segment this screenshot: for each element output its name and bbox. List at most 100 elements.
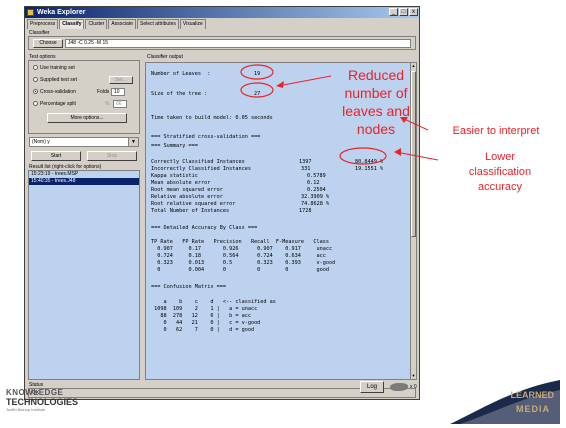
summary-value: 331 [301, 166, 311, 172]
stratified-header: === Stratified cross-validation === [151, 134, 261, 140]
weka-bird-icon [390, 383, 408, 391]
summary-label: Root relative squared error [151, 201, 236, 207]
cross-validation-radio[interactable]: Cross-validation [33, 89, 76, 95]
lower-annotation-line: accuracy [477, 181, 523, 193]
summary-label: Incorrectly Classified Instances [151, 166, 251, 172]
reduced-annotation-line: number of [344, 85, 408, 101]
radio-icon [33, 101, 38, 107]
reduced-annotation-line: nodes [356, 121, 396, 137]
more-options-button[interactable]: More options... [47, 113, 127, 123]
reduced-annotation-line: leaves and [342, 103, 410, 119]
supplied-test-set-label: Supplied test set [40, 77, 77, 83]
set-button[interactable]: Set... [109, 76, 133, 84]
chevron-down-icon: ▼ [128, 138, 138, 146]
media-text-line: LEARNED [510, 390, 554, 400]
weka-app-icon [27, 9, 34, 16]
tab-cluster[interactable]: Cluster [85, 19, 108, 29]
percentage-split-radio[interactable]: Percentage split [33, 101, 76, 107]
tab-associate[interactable]: Associate [108, 19, 137, 29]
confusion-matrix-header: === Confusion Matrix === [151, 284, 226, 290]
knowledge-technologies-logo: KNOWLEDGE TECHNOLOGIES Judith Bishop Ins… [6, 388, 78, 412]
close-button[interactable]: x [409, 8, 418, 16]
summary-label: Mean absolute error [151, 180, 211, 186]
class-attribute-select[interactable]: (Nom) y ▼ [29, 137, 139, 147]
learned-media-logo: LEARNED MEDIA [450, 380, 560, 424]
summary-row: Kappa statistic 0.5789 [151, 173, 326, 179]
summary-label: Relative absolute error [151, 194, 223, 200]
confusion-row: 1098 109 2 1 | a = unacc [151, 306, 258, 312]
status-bar: OK [28, 388, 416, 398]
classifier-config-field[interactable]: J48 -C 0.25 -M 15 [65, 39, 411, 48]
tab-bar: Preprocess Classify Cluster Associate Se… [27, 19, 207, 29]
logo-small-text: Judith Bishop Institute [6, 407, 46, 412]
lower-annotation-line: Lower [485, 151, 515, 163]
tab-visualize[interactable]: Visualize [179, 19, 206, 29]
confusion-row: 0 44 21 0 | c = v-good [151, 320, 261, 326]
tab-preprocess[interactable]: Preprocess [27, 19, 59, 29]
easier-annotation: Easier to interpret [452, 125, 540, 137]
summary-row: Root relative squared error 74.8628 % [151, 201, 329, 207]
summary-label: Root mean squared error [151, 187, 223, 193]
detailed-accuracy-header: === Detailed Accuracy By Class === [151, 225, 258, 231]
reduced-annotation-line: Reduced [347, 67, 405, 83]
tree-size-label: Size of the tree : [151, 91, 208, 97]
media-swoosh-icon [450, 380, 560, 424]
percentage-split-label: Percentage split [40, 101, 76, 107]
supplied-test-set-radio[interactable]: Supplied test set [33, 77, 77, 83]
logo-line: TECHNOLOGIES [6, 397, 79, 407]
time-taken-line: Time taken to build model: 0.05 seconds [151, 115, 273, 121]
leaves-label: Number of Leaves : [151, 71, 211, 77]
start-button[interactable]: Start [31, 151, 81, 161]
detail-row: 0.907 0.17 0.926 0.907 0.917 unacc [151, 246, 333, 252]
result-list[interactable]: 15:23:19 - trees.MSP 15:40:35 - trees.J4… [28, 170, 140, 380]
result-item-selected[interactable]: 15:40:35 - trees.J48 [29, 178, 139, 185]
stop-button[interactable]: Stop [87, 151, 137, 161]
window-title: Weka Explorer [37, 9, 86, 16]
logo-line: KNOWLEDGE [6, 388, 64, 397]
percent-sign: % [105, 101, 110, 107]
summary-row: Correctly Classified Instances 1397 80.844… [151, 159, 383, 165]
summary-header: === Summary === [151, 143, 198, 149]
use-training-set-radio[interactable]: Use training set [33, 65, 75, 71]
title-bar: Weka Explorer _ □ x [25, 7, 419, 18]
summary-percent: 19.1551 % [355, 166, 384, 172]
summary-label: Kappa statistic [151, 173, 198, 179]
summary-value: 32.3909 % [301, 194, 330, 200]
summary-value: 74.8628 % [301, 201, 330, 207]
folds-input[interactable]: 10 [111, 88, 125, 96]
summary-label: Total Number of Instances [151, 208, 230, 214]
detail-row: 0.323 0.013 0.5 0.323 0.393 v-good [151, 260, 336, 266]
summary-value: 0.12 [307, 180, 320, 186]
log-button[interactable]: Log [360, 381, 384, 393]
detail-row: 0 0.004 0 0 0 good [151, 267, 330, 273]
maximize-button[interactable]: □ [399, 8, 408, 16]
lower-annotation-line: classification [468, 166, 532, 178]
summary-percent: 80.8449 % [355, 159, 384, 165]
summary-value: 1728 [299, 208, 312, 214]
reduced-annotation: Reduced number of leaves and nodes [324, 66, 428, 138]
task-count: x 0 [410, 384, 417, 390]
radio-selected-icon [33, 89, 38, 95]
tab-classify[interactable]: Classify [59, 19, 85, 29]
cross-validation-label: Cross-validation [40, 89, 76, 95]
summary-value: 0.2504 [307, 187, 326, 193]
class-attribute-value: (Nom) y [32, 139, 50, 145]
summary-row: Incorrectly Classified Instances 331 19.15… [151, 166, 383, 172]
tab-select-attributes[interactable]: Select attributes [137, 19, 179, 29]
radio-icon [33, 77, 38, 83]
tree-size-value: 27 [254, 91, 261, 97]
summary-row: Mean absolute error 0.12 [151, 180, 320, 186]
summary-value: 1397 [299, 159, 312, 165]
choose-button[interactable]: Choose [33, 39, 63, 48]
media-text-line: MEDIA [516, 404, 550, 414]
leaves-value: 19 [254, 71, 261, 77]
use-training-set-label: Use training set [40, 65, 75, 71]
summary-label: Correctly Classified Instances [151, 159, 245, 165]
scroll-down-icon[interactable]: ▼ [411, 373, 416, 379]
confusion-row: 88 278 12 6 | b = acc [151, 313, 251, 319]
result-item[interactable]: 15:23:19 - trees.MSP [29, 171, 139, 178]
percentage-input[interactable]: 66 [113, 100, 127, 108]
minimize-button[interactable]: _ [389, 8, 398, 16]
detail-columns: TP Rate FP Rate Precision Recall F-Measu… [151, 239, 330, 245]
summary-row: Root mean squared error 0.2504 [151, 187, 326, 193]
